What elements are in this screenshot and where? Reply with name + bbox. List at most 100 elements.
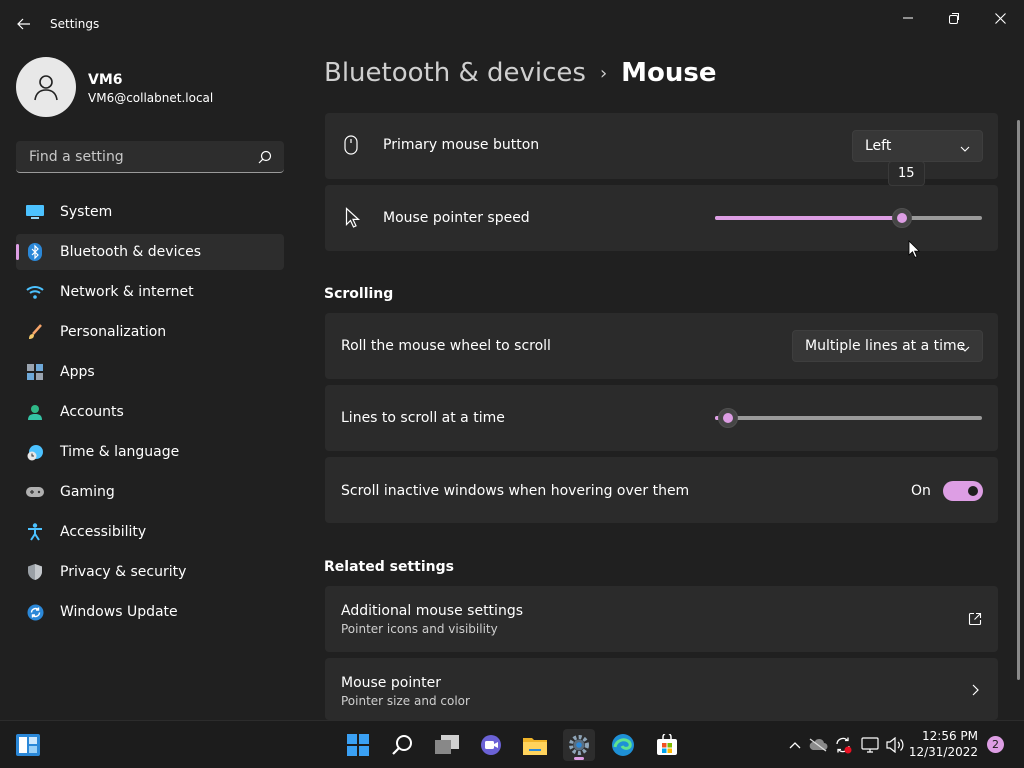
shield-icon bbox=[26, 563, 44, 581]
primary-mouse-button-label: Primary mouse button bbox=[383, 137, 540, 153]
folder-icon bbox=[523, 738, 547, 755]
sidebar-item-apps[interactable]: Apps bbox=[16, 354, 284, 390]
breadcrumb-parent-link[interactable]: Bluetooth & devices bbox=[324, 58, 586, 88]
sidebar-item-network[interactable]: Network & internet bbox=[16, 274, 284, 310]
back-button[interactable] bbox=[14, 14, 34, 34]
user-name: VM6 bbox=[88, 72, 123, 88]
mouse-cursor-icon bbox=[908, 240, 921, 263]
search-input[interactable] bbox=[27, 147, 247, 166]
mouse-pointer-link[interactable]: Mouse pointer Pointer size and color bbox=[325, 658, 998, 720]
sidebar-item-windows-update[interactable]: Windows Update bbox=[16, 594, 284, 630]
toggle-state-label: On bbox=[911, 483, 931, 499]
search-icon bbox=[392, 735, 412, 755]
sidebar-item-label: System bbox=[60, 204, 113, 220]
clock-date: 12/31/2022 bbox=[908, 745, 978, 759]
sidebar-item-bluetooth-devices[interactable]: Bluetooth & devices bbox=[16, 234, 284, 270]
volume-tray-icon[interactable] bbox=[885, 735, 905, 755]
scroll-inactive-toggle[interactable] bbox=[943, 481, 983, 501]
gear-icon bbox=[569, 735, 589, 755]
chevron-right-icon bbox=[971, 684, 979, 700]
sidebar-item-label: Accessibility bbox=[60, 524, 147, 540]
roll-wheel-label: Roll the mouse wheel to scroll bbox=[341, 338, 551, 354]
taskbar-clock[interactable]: 12:56 PM 12/31/2022 bbox=[906, 728, 978, 760]
sidebar-item-label: Accounts bbox=[60, 404, 124, 420]
sidebar-item-gaming[interactable]: Gaming bbox=[16, 474, 284, 510]
lines-to-scroll-thumb[interactable] bbox=[718, 408, 738, 428]
taskbar bbox=[0, 720, 1024, 768]
external-link-icon bbox=[968, 612, 982, 630]
edge-icon bbox=[612, 734, 634, 756]
edge-button[interactable] bbox=[607, 729, 639, 761]
related-settings-title: Related settings bbox=[324, 559, 454, 575]
search-box bbox=[16, 141, 284, 173]
widgets-icon bbox=[16, 734, 40, 756]
search-taskbar-button[interactable] bbox=[387, 729, 419, 761]
store-icon bbox=[657, 734, 677, 755]
user-email: VM6@collabnet.local bbox=[88, 91, 214, 105]
mouse-pointer-label: Mouse pointer bbox=[341, 675, 441, 691]
close-button[interactable] bbox=[977, 4, 1023, 32]
pointer-speed-thumb[interactable] bbox=[892, 208, 912, 228]
start-button[interactable] bbox=[342, 729, 374, 761]
primary-mouse-button-dropdown[interactable]: Left bbox=[852, 130, 983, 162]
apps-icon bbox=[26, 363, 44, 381]
gamepad-icon bbox=[26, 483, 44, 501]
lines-to-scroll-label: Lines to scroll at a time bbox=[341, 410, 505, 426]
main-scrollbar[interactable] bbox=[1017, 120, 1020, 680]
window-title: Settings bbox=[50, 17, 100, 31]
search-icon[interactable] bbox=[258, 150, 272, 168]
update-icon bbox=[26, 603, 44, 621]
person-icon bbox=[26, 403, 44, 421]
sync-tray-icon[interactable] bbox=[833, 735, 853, 755]
mouse-pointer-description: Pointer size and color bbox=[341, 694, 470, 708]
roll-wheel-dropdown[interactable]: Multiple lines at a time bbox=[792, 330, 983, 362]
dropdown-value: Multiple lines at a time bbox=[805, 338, 966, 354]
sidebar-item-personalization[interactable]: Personalization bbox=[16, 314, 284, 350]
scrolling-section-title: Scrolling bbox=[324, 286, 394, 302]
onedrive-tray-icon[interactable] bbox=[808, 735, 828, 755]
user-profile bbox=[16, 57, 76, 117]
additional-mouse-settings-link[interactable]: Additional mouse settings Pointer icons … bbox=[325, 586, 998, 652]
avatar[interactable] bbox=[16, 57, 76, 117]
show-hidden-icons-button[interactable] bbox=[785, 735, 805, 755]
pointer-speed-tooltip: 15 bbox=[888, 161, 925, 186]
widgets-button[interactable] bbox=[12, 729, 44, 761]
title-bar: Settings bbox=[0, 0, 1024, 48]
minimize-button[interactable] bbox=[885, 4, 931, 32]
sidebar-item-accounts[interactable]: Accounts bbox=[16, 394, 284, 430]
file-explorer-button[interactable] bbox=[519, 729, 551, 761]
pointer-speed-slider[interactable] bbox=[715, 208, 982, 228]
breadcrumb: Bluetooth & devices › Mouse bbox=[324, 58, 717, 88]
sidebar-item-label: Windows Update bbox=[60, 604, 178, 620]
clock-time: 12:56 PM bbox=[922, 729, 978, 743]
lines-to-scroll-slider[interactable] bbox=[715, 408, 982, 428]
chevron-up-icon bbox=[789, 742, 801, 749]
sidebar-item-label: Network & internet bbox=[60, 284, 194, 300]
windows-logo-icon bbox=[347, 734, 369, 756]
page-title: Mouse bbox=[621, 58, 717, 88]
sidebar-item-label: Gaming bbox=[60, 484, 115, 500]
settings-taskbar-button[interactable] bbox=[563, 729, 595, 761]
sidebar-item-label: Time & language bbox=[60, 444, 180, 460]
teams-chat-button[interactable] bbox=[475, 729, 507, 761]
sidebar-item-accessibility[interactable]: Accessibility bbox=[16, 514, 284, 550]
pointer-speed-fill bbox=[715, 216, 902, 220]
lines-to-scroll-card: Lines to scroll at a time bbox=[325, 385, 998, 451]
sidebar-item-time-language[interactable]: Time & language bbox=[16, 434, 284, 470]
sidebar-item-label: Apps bbox=[60, 364, 95, 380]
restore-button[interactable] bbox=[931, 4, 977, 32]
sidebar-item-label: Bluetooth & devices bbox=[60, 244, 202, 260]
network-tray-icon[interactable] bbox=[860, 735, 880, 755]
back-arrow-icon bbox=[17, 18, 30, 30]
sidebar-nav: System Bluetooth & devices Network & int… bbox=[16, 194, 284, 634]
sync-error-icon bbox=[836, 737, 852, 754]
store-button[interactable] bbox=[651, 729, 683, 761]
restore-icon bbox=[948, 12, 959, 24]
sidebar-item-system[interactable]: System bbox=[16, 194, 284, 230]
speaker-icon bbox=[886, 737, 904, 753]
breadcrumb-separator: › bbox=[599, 62, 608, 84]
task-view-button[interactable] bbox=[431, 729, 463, 761]
dropdown-value: Left bbox=[865, 138, 892, 154]
notification-badge[interactable]: 2 bbox=[987, 736, 1004, 753]
sidebar-item-privacy-security[interactable]: Privacy & security bbox=[16, 554, 284, 590]
